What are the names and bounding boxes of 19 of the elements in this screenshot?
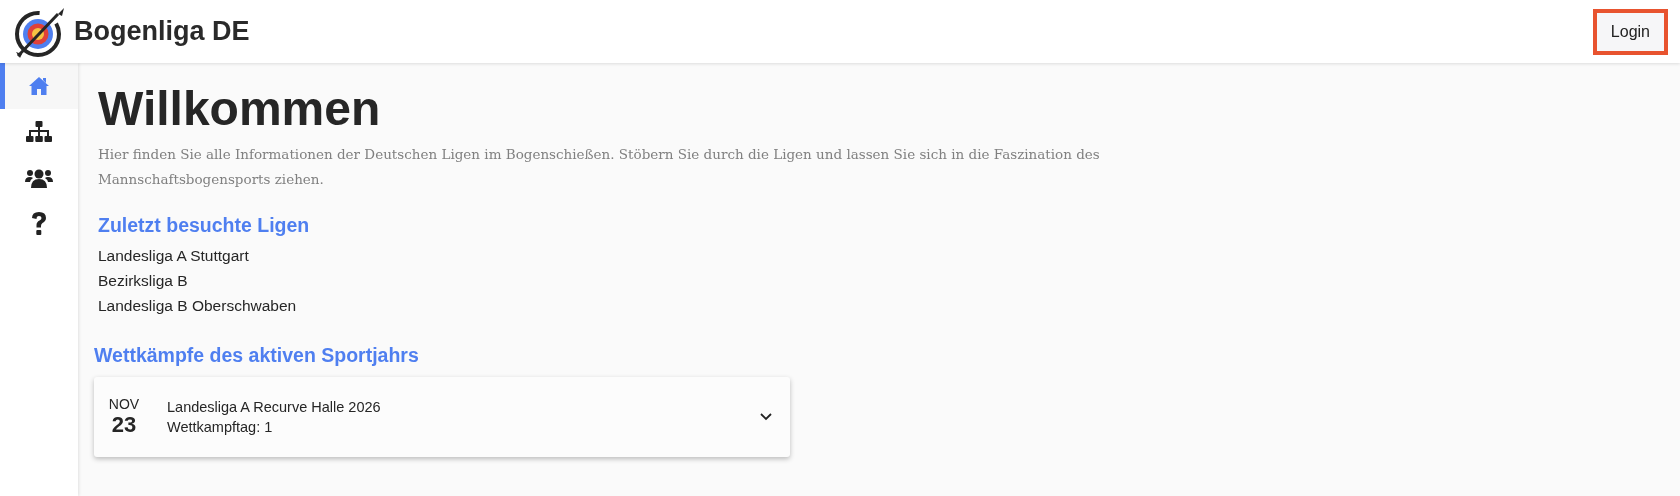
event-title: Landesliga A Recurve Halle 2026: [167, 398, 382, 418]
event-month: NOV: [108, 396, 140, 413]
login-button[interactable]: Login: [1592, 8, 1668, 55]
section-heading: Zuletzt besuchte Ligen: [98, 214, 311, 238]
page-title: Willkommen: [98, 81, 382, 137]
section-heading: Wettkämpfe des aktiven Sportjahrs: [94, 344, 420, 368]
event-card[interactable]: NOV 23 Landesliga A Recurve Halle 2026 Wettkampftag: 1: [94, 377, 790, 458]
event-subtitle: Wettkampftag: 1: [167, 418, 274, 438]
question-icon: [31, 212, 47, 236]
event-day: 23: [111, 412, 137, 439]
intro-text: Hier finden Sie alle Informationen der Deutschen Ligen im Bogenschießen. Stöbern Sie durch die Ligen und lassen Sie sich in die Faszination des Mannschaftsbogensports ziehen.: [98, 145, 1101, 190]
site-title[interactable]: Bogenliga DE: [74, 16, 250, 47]
league-link[interactable]: Bezirksliga B: [98, 268, 1680, 294]
group-icon: [25, 168, 53, 188]
chevron-down-icon[interactable]: [760, 413, 772, 422]
hierarchy-icon: [26, 121, 52, 143]
home-icon: [28, 76, 50, 96]
league-link[interactable]: Landesliga B Oberschwaben: [98, 293, 1680, 319]
league-link[interactable]: Landesliga A Stuttgart: [98, 243, 1680, 269]
